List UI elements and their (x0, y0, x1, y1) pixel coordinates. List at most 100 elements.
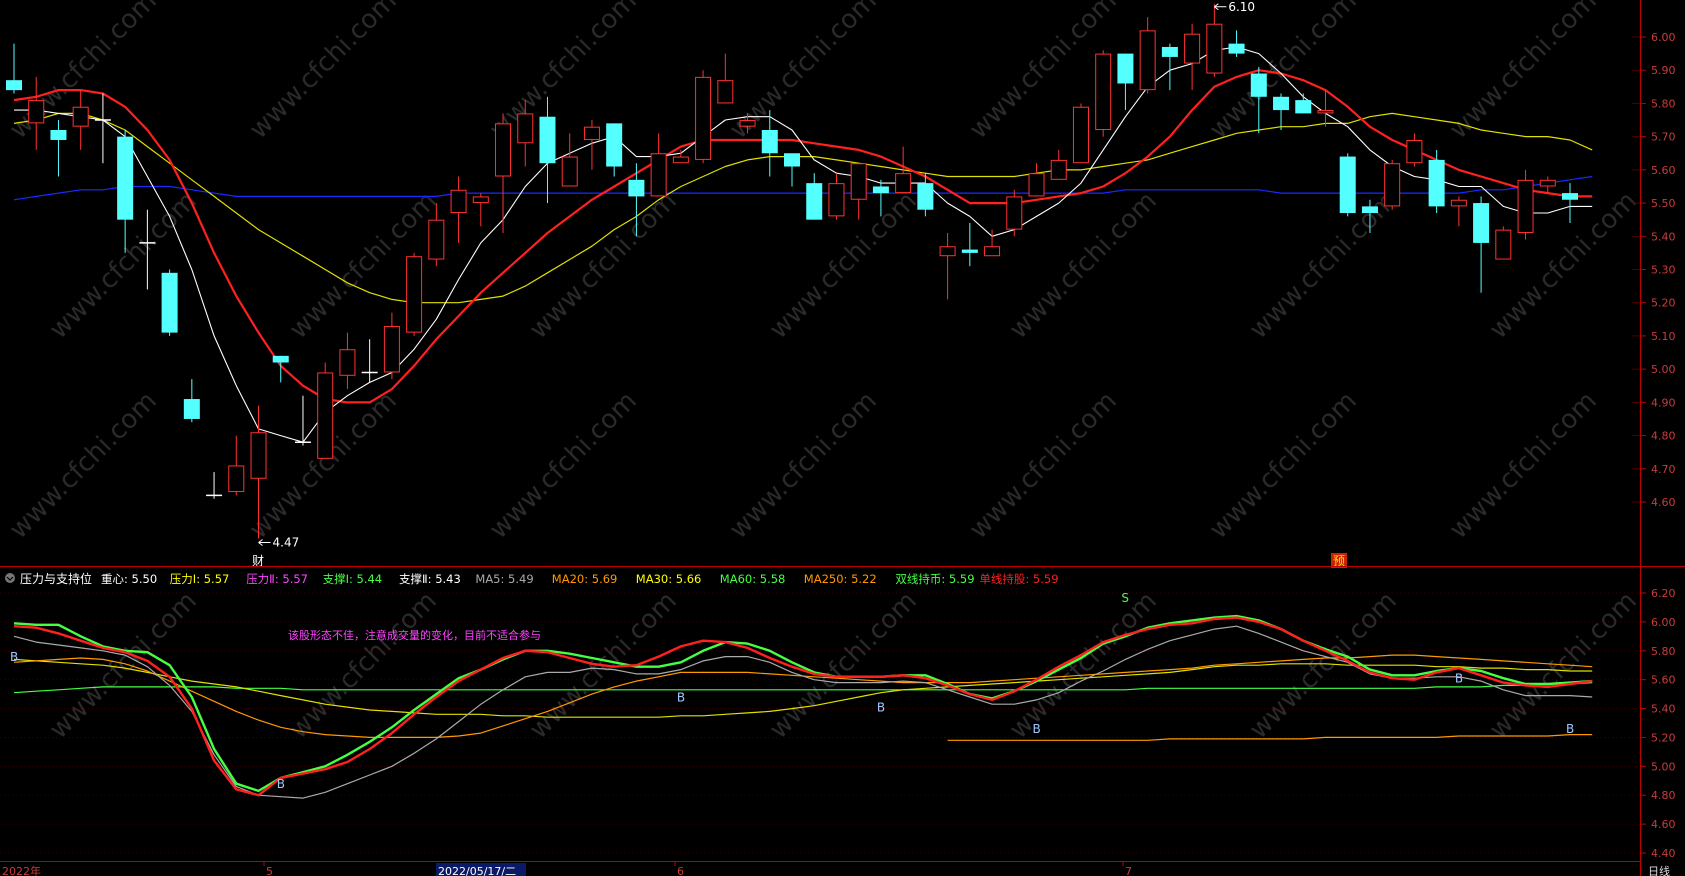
buy-signal: B (877, 700, 885, 714)
candle-body-up (739, 120, 756, 127)
x-label-jun: 6 (677, 865, 684, 876)
candle-body-down (628, 179, 645, 197)
indicator-value: MA30: 5.66 (636, 572, 702, 586)
buy-signal: B (1455, 672, 1463, 686)
candle[interactable] (317, 362, 334, 459)
buy-signal: B (277, 777, 285, 791)
indicator-name[interactable]: 压力与支持位 (20, 571, 92, 586)
candle-body-up (428, 219, 445, 260)
candle-body-up (406, 256, 423, 333)
indicator-value: 重心: 5.50 (101, 572, 157, 586)
price-tick-label: 5.00 (1651, 363, 1676, 376)
price-tick-label: 5.90 (1651, 64, 1676, 77)
candle[interactable] (1517, 169, 1534, 240)
candle-body-down (1228, 43, 1245, 54)
candle-body-down (5, 80, 23, 91)
candle-body-down (783, 153, 801, 167)
candle-body-up (1050, 159, 1067, 180)
candle-body-up (1139, 30, 1156, 91)
candle-body-down (1273, 96, 1290, 111)
candle-body-down (872, 186, 889, 194)
candle-body-down (606, 123, 623, 167)
candle-body-up (1406, 139, 1423, 164)
candle-body-down (1161, 46, 1178, 57)
buy-signal: B (1033, 722, 1041, 736)
candle-body-up (1517, 179, 1534, 233)
candle-body-up (1317, 110, 1334, 114)
x-label-may: 5 (266, 865, 273, 876)
low-price-label: 4.47 (273, 536, 300, 550)
candle-body-down (50, 130, 67, 140)
indicator-tick-label: 4.80 (1651, 789, 1676, 802)
indicator-tick-label: 5.80 (1651, 645, 1676, 658)
candle-body-down (1473, 203, 1490, 243)
buy-signal: B (1566, 722, 1574, 736)
candle-body-up (1539, 179, 1556, 187)
price-tick-label: 5.70 (1651, 131, 1676, 144)
indicator-value: 支撑Ⅰ: 5.44 (323, 572, 383, 586)
indicator-value: 压力Ⅱ: 5.57 (246, 572, 308, 586)
price-tick-label: 6.00 (1651, 31, 1676, 44)
price-tick-label: 5.60 (1651, 164, 1676, 177)
candle-body-up (495, 123, 512, 177)
candle-body-up (1450, 199, 1467, 207)
candle[interactable] (1072, 103, 1089, 164)
candle-body-up (28, 100, 45, 124)
price-tick-label: 4.60 (1651, 496, 1676, 509)
candle-body-up (850, 163, 867, 200)
candle-body-up (1384, 163, 1401, 207)
candle-body-up (1184, 33, 1201, 64)
indicator-tick-label: 6.00 (1651, 616, 1676, 629)
buy-signal: B (677, 690, 685, 704)
candle-body-down (161, 272, 178, 333)
indicator-tick-label: 5.20 (1651, 731, 1676, 744)
candle-body-up (250, 432, 267, 479)
candle[interactable] (695, 70, 712, 164)
candle-body-up (828, 183, 845, 217)
candle-body-up (339, 349, 356, 376)
candle-body-down (272, 355, 289, 363)
yu-marker[interactable]: 预 (1333, 554, 1345, 568)
candle-body-down (917, 183, 934, 210)
period-label[interactable]: 日线 (1648, 864, 1670, 876)
candle-body-down (1561, 193, 1579, 200)
candle-body-up (984, 246, 1001, 257)
price-tick-label: 4.80 (1651, 430, 1676, 443)
price-tick-label: 5.40 (1651, 230, 1676, 243)
candle-body-down (183, 399, 200, 419)
candle-body-down (1339, 156, 1356, 214)
cursor-date[interactable]: 2022/05/17/二 (438, 865, 516, 876)
indicator-tick-label: 4.40 (1651, 847, 1676, 860)
buy-signal: B (10, 650, 18, 664)
candle-body-up (72, 106, 89, 127)
candle-body-down (1295, 100, 1312, 114)
candle-body-up (228, 465, 245, 493)
candle-body-up (650, 153, 667, 197)
candle-body-up (939, 246, 956, 257)
high-price-label: 6.10 (1228, 0, 1255, 14)
candle[interactable] (406, 252, 423, 336)
candle[interactable] (1095, 50, 1112, 137)
cai-marker[interactable]: 财 (252, 554, 264, 568)
indicator-value: MA5: 5.49 (475, 572, 533, 586)
candle-body-up (1095, 53, 1112, 131)
candle[interactable] (1495, 226, 1512, 260)
candle[interactable] (1006, 189, 1023, 237)
price-tick-label: 5.10 (1651, 330, 1676, 343)
candle-body-down (539, 116, 556, 164)
stock-chart-canvas[interactable]: www.cfchi.com www.cfchi.com www.cfchi.com w… (0, 0, 1685, 876)
candle-body-down (1428, 159, 1445, 207)
candle[interactable] (1384, 159, 1401, 210)
price-tick-label: 4.90 (1651, 396, 1676, 409)
candle[interactable] (1339, 153, 1356, 217)
candle-body-up (450, 189, 467, 214)
candle-body-up (1006, 196, 1023, 230)
candle-body-down (1117, 53, 1134, 84)
gear-icon[interactable] (5, 573, 15, 583)
candle-body-up (383, 325, 400, 373)
indicator-tick-label: 6.20 (1651, 587, 1676, 600)
candle-body-up (672, 156, 689, 164)
candle[interactable] (161, 269, 178, 336)
price-tick-label: 5.20 (1651, 297, 1676, 310)
indicator-value: 单线持股: 5.59 (979, 572, 1058, 586)
